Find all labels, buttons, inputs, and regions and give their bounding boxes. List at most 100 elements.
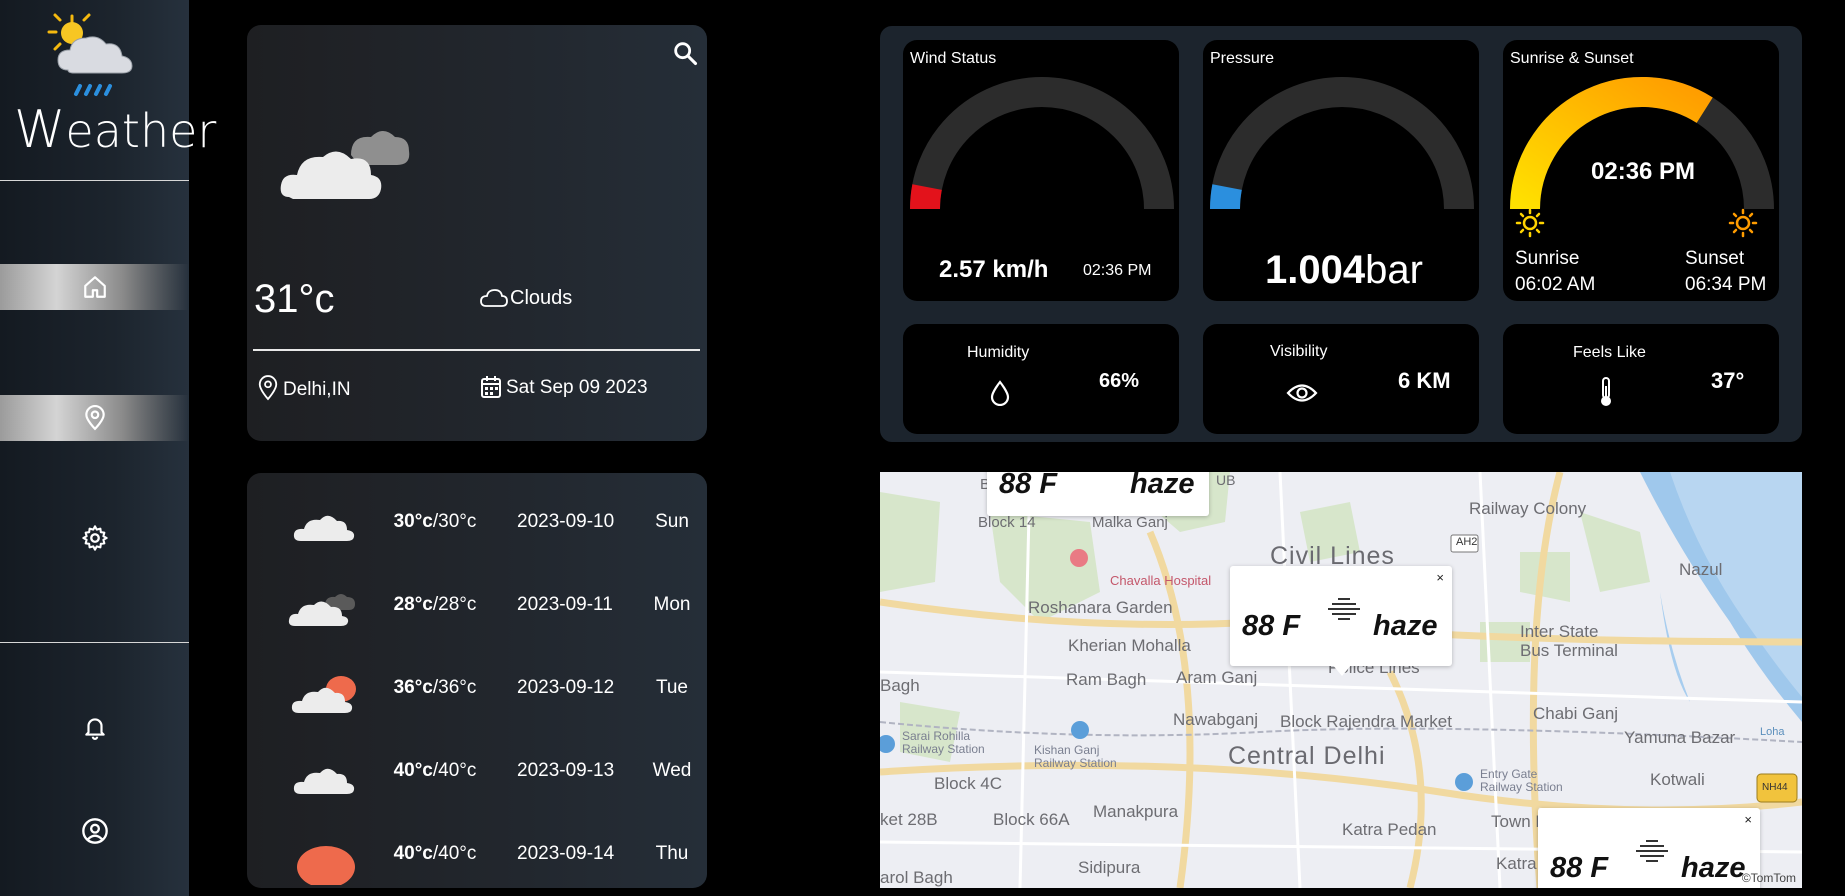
weather-map[interactable]: Block 14 Malka Ganj B UB Civil Lines Rai… — [880, 472, 1802, 888]
map-label: Kishan Ganj Railway Station — [1034, 743, 1117, 770]
map-label: NH44 — [1762, 782, 1788, 793]
map-weather-popup[interactable]: 88 F haze — [987, 472, 1209, 516]
visibility-value: 6 KM — [1398, 368, 1451, 393]
forecast-day: Thu — [655, 843, 689, 864]
popup-temp: 88 F — [1242, 610, 1301, 642]
map-label: Ram Bagh — [1066, 670, 1147, 689]
humidity-value: 66% — [1099, 370, 1140, 392]
map-label: Kherian Mohalla — [1068, 636, 1191, 655]
sunrise-label: Sunrise — [1515, 248, 1580, 269]
calendar-icon — [481, 376, 501, 398]
search-button[interactable] — [671, 39, 699, 72]
popup-close-button[interactable]: × — [1436, 570, 1444, 585]
wind-gauge — [910, 77, 1174, 210]
sunrise-icon — [1515, 208, 1545, 238]
highlights-panel: Wind Status 2.57 km/h 02:36 PM Pressure … — [880, 26, 1802, 442]
nav-settings[interactable] — [0, 515, 189, 561]
forecast-date: 2023-09-13 — [517, 760, 615, 781]
forecast-row: 36°c/36°c 2023-09-12 Tue — [247, 659, 707, 719]
nav-location[interactable] — [0, 395, 189, 441]
map-label: Block Rajendra Market — [1280, 712, 1452, 731]
map-label: Nazul — [1679, 560, 1723, 579]
forecast-card: 30°c/30°c 2023-09-10 Sun 28°c/28°c 2023-… — [247, 473, 707, 888]
map-label: ket 28B — [880, 810, 938, 829]
map-label: Kotwali — [1650, 770, 1705, 789]
sun-icon — [297, 846, 355, 885]
forecast-temp: 36°c/36°c — [393, 677, 477, 698]
forecast-date: 2023-09-14 — [517, 843, 615, 864]
map-label: Roshanara Garden — [1028, 598, 1173, 617]
popup-temp: 88 F — [1550, 852, 1609, 884]
current-time: 02:36 PM — [1591, 158, 1696, 185]
forecast-day: Tue — [655, 677, 689, 698]
forecast-date: 2023-09-12 — [517, 677, 615, 698]
nav-notifications[interactable] — [0, 704, 189, 750]
humidity-card: Humidity 66% — [903, 324, 1179, 434]
popup-desc: haze — [1130, 472, 1195, 500]
forecast-temp: 28°c/28°c — [393, 594, 477, 615]
map-label: Sidipura — [1078, 858, 1141, 877]
forecast-row: 30°c/30°c 2023-09-10 Sun — [247, 493, 707, 553]
current-weather-card: 31°c Clouds Delhi,IN Sat Sep 09 2023 — [247, 25, 707, 441]
user-circle-icon — [81, 818, 108, 844]
wind-time: 02:36 PM — [1083, 262, 1152, 279]
forecast-day: Sun — [655, 511, 689, 532]
popup-close-button[interactable]: × — [1744, 812, 1752, 827]
search-icon — [674, 42, 698, 66]
pressure-gauge — [1210, 77, 1474, 210]
cloud-icon — [293, 768, 355, 794]
nav-home[interactable] — [0, 264, 189, 310]
sun-gauge — [1510, 77, 1774, 210]
forecast-row: 40°c/40°c 2023-09-13 Wed — [247, 742, 707, 802]
forecast-temp: 40°c/40°c — [393, 760, 477, 781]
map-attribution: ©TomTom — [1741, 871, 1796, 885]
map-label: Sarai Rohilla Railway Station — [902, 729, 985, 756]
map-label: UB — [1216, 472, 1236, 488]
forecast-temp: 30°c/30°c — [393, 511, 477, 532]
map-label: Nawabganj — [1173, 710, 1259, 729]
map-label: Block 4C — [934, 774, 1003, 793]
map-label: Central Delhi — [1228, 742, 1386, 770]
sun-label: Sunrise & Sunset — [1510, 50, 1634, 67]
map-label: Railway Colony — [1469, 499, 1587, 518]
sunset-time: 06:34 PM — [1685, 274, 1767, 295]
sidebar-divider — [0, 642, 189, 643]
humidity-label: Humidity — [967, 344, 1030, 361]
forecast-temp: 40°c/40°c — [393, 843, 477, 864]
current-temperature: 31°c — [254, 277, 335, 321]
weather-logo-icon — [47, 13, 133, 96]
popup-pointer — [1332, 664, 1352, 676]
map-weather-popup[interactable]: × 88 F haze — [1230, 566, 1452, 666]
thermometer-icon — [1601, 377, 1611, 406]
map-label: AH2 — [1456, 536, 1478, 548]
map-weather-popup[interactable]: × 88 F haze — [1538, 808, 1760, 888]
map-label: Malka Ganj — [1092, 514, 1168, 531]
pressure-card: Pressure 1.004bar — [1203, 40, 1479, 301]
pressure-label: Pressure — [1210, 50, 1275, 67]
sidebar: Weather — [0, 0, 216, 896]
cloud-icon — [293, 515, 355, 541]
map-label: Manakpura — [1093, 802, 1179, 821]
sidebar-divider — [0, 180, 189, 181]
forecast-row: 40°c/40°c 2023-09-14 Thu — [247, 825, 707, 885]
location-label: Delhi,IN — [283, 379, 351, 400]
wind-status-card: Wind Status 2.57 km/h 02:36 PM — [903, 40, 1179, 301]
nav-profile[interactable] — [0, 808, 189, 854]
map-label: arol Bagh — [880, 868, 953, 887]
app-title: Weather — [14, 100, 217, 160]
droplet-icon — [990, 380, 1010, 406]
haze-icon — [1636, 840, 1668, 862]
wind-label: Wind Status — [910, 50, 997, 67]
eye-icon — [1286, 384, 1318, 402]
broken-clouds-icon — [288, 594, 355, 626]
haze-icon — [1328, 598, 1360, 620]
current-date: Sat Sep 09 2023 — [480, 375, 648, 399]
feels-like-card: Feels Like 37° — [1503, 324, 1779, 434]
partly-sunny-icon — [291, 676, 356, 713]
map-label: Entry Gate Railway Station — [1480, 767, 1563, 794]
map-label: Yamuna Bazar — [1624, 728, 1736, 747]
feels-like-value: 37° — [1711, 368, 1745, 393]
current-location: Delhi,IN — [257, 375, 351, 401]
sunset-icon — [1728, 208, 1758, 238]
sunrise-time: 06:02 AM — [1515, 274, 1596, 295]
